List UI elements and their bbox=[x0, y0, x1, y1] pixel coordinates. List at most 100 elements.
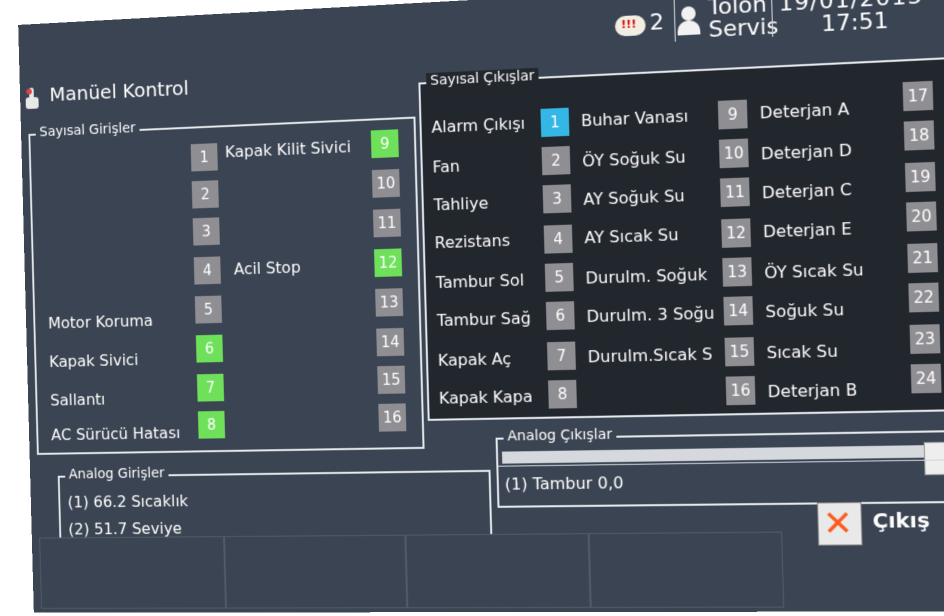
digital-inputs-panel: Sayısal Girişler Kapak Kilit Sivici Acil… bbox=[28, 116, 425, 455]
do-label-rinse-cold: Durulm. Soğuk bbox=[585, 264, 708, 288]
do-box-18[interactable]: 18 bbox=[903, 120, 935, 151]
time-label: 17:51 bbox=[820, 8, 889, 38]
do-label-pw-cold-water: ÖY Soğuk Su bbox=[581, 147, 687, 171]
datetime: 19/01/2015 17:51 bbox=[770, 0, 924, 38]
do-label-rinse3-cold: Durulm. 3 Soğu bbox=[586, 303, 715, 327]
do-label-detergent-b: Deterjan B bbox=[767, 380, 858, 402]
softkey-3[interactable] bbox=[405, 533, 591, 609]
do-label-drain: Tahliye bbox=[433, 193, 489, 215]
do-box-6[interactable]: 6 bbox=[545, 301, 575, 331]
control-screen: !!! 2 Tolon Servis 19/01/2015 17:51 Manü… bbox=[18, 0, 944, 613]
analog-output-1: (1) Tambur 0,0 bbox=[504, 473, 624, 494]
do-label-alarm-output: Alarm Çıkışı bbox=[431, 113, 526, 137]
digital-outputs-panel: Sayısal Çıkışlar Alarm Çıkışı Fan Tahliy… bbox=[418, 57, 944, 421]
exit-button[interactable]: ✕ Çıkış bbox=[785, 495, 944, 559]
di-box-12: 12 bbox=[374, 248, 403, 278]
do-box-14[interactable]: 14 bbox=[723, 296, 754, 326]
user-name-line2: Servis bbox=[708, 13, 779, 44]
softkey-2[interactable] bbox=[223, 534, 408, 609]
di-box-14: 14 bbox=[376, 327, 405, 357]
do-label-detergent-c: Deterjan C bbox=[761, 179, 853, 203]
di-label-door-lock: Kapak Kilit Sivici bbox=[224, 137, 352, 162]
di-box-5: 5 bbox=[194, 295, 223, 324]
do-box-23[interactable]: 23 bbox=[909, 324, 941, 354]
do-box-4[interactable]: 4 bbox=[543, 224, 573, 254]
page-title: Manüel Kontrol bbox=[49, 76, 190, 107]
di-box-13: 13 bbox=[375, 288, 404, 317]
di-box-2: 2 bbox=[191, 180, 219, 209]
analog-input-2: (2) 51.7 Seviye bbox=[68, 518, 183, 539]
exit-label: Çıkış bbox=[872, 507, 931, 533]
analog-inputs-title: Analog Girişler bbox=[64, 465, 169, 483]
do-box-21[interactable]: 21 bbox=[907, 242, 939, 274]
close-icon: ✕ bbox=[816, 501, 863, 546]
di-label-vibration: Sallantı bbox=[49, 389, 106, 410]
di-box-11: 11 bbox=[372, 208, 402, 238]
do-label-cold-water: Soğuk Su bbox=[765, 299, 845, 322]
do-box-19[interactable]: 19 bbox=[904, 161, 936, 193]
do-box-3[interactable]: 3 bbox=[542, 184, 572, 214]
do-box-12[interactable]: 12 bbox=[721, 218, 752, 248]
alarm-count: 2 bbox=[649, 9, 665, 36]
do-label-detergent-e: Deterjan E bbox=[762, 218, 853, 242]
digital-inputs-title: Sayısal Girişler bbox=[35, 120, 140, 141]
di-box-4: 4 bbox=[193, 256, 221, 285]
do-box-1[interactable]: 1 bbox=[540, 107, 570, 138]
do-box-11[interactable]: 11 bbox=[719, 177, 750, 208]
alarm-bubble-icon: !!! bbox=[614, 14, 646, 37]
do-label-mw-cold-water: AY Soğuk Su bbox=[583, 185, 686, 209]
di-label-motor-protection: Motor Koruma bbox=[47, 311, 154, 333]
di-label-door-switch: Kapak Sivici bbox=[48, 350, 139, 371]
do-box-17[interactable]: 17 bbox=[902, 80, 934, 112]
do-box-10[interactable]: 10 bbox=[718, 138, 749, 169]
analog-output-row[interactable]: (1) Tambur 0,0 bbox=[498, 459, 944, 501]
alarm-badge: !!! bbox=[620, 17, 637, 32]
di-box-3: 3 bbox=[192, 217, 220, 246]
do-box-8[interactable]: 8 bbox=[548, 379, 578, 409]
do-label-steam-valve: Buhar Vanası bbox=[580, 106, 689, 131]
alarm-indicator[interactable]: !!! 2 bbox=[608, 0, 675, 45]
user-info[interactable]: Tolon Servis bbox=[673, 0, 779, 43]
di-box-8: 8 bbox=[197, 410, 226, 439]
do-label-heater: Rezistans bbox=[434, 230, 511, 253]
do-box-7[interactable]: 7 bbox=[546, 341, 576, 371]
do-box-16[interactable]: 16 bbox=[725, 376, 756, 406]
di-box-6: 6 bbox=[195, 334, 224, 363]
analog-outputs-title: Analog Çıkışlar bbox=[503, 426, 617, 445]
do-label-detergent-d: Deterjan D bbox=[760, 140, 853, 164]
do-box-2[interactable]: 2 bbox=[541, 145, 571, 176]
do-label-fan: Fan bbox=[432, 156, 461, 177]
digital-outputs-title: Sayısal Çıkışlar bbox=[426, 67, 539, 90]
do-label-drum-right: Tambur Sağ bbox=[436, 308, 532, 330]
di-box-10: 10 bbox=[371, 168, 400, 198]
softkey-1[interactable] bbox=[39, 536, 226, 609]
do-label-mw-hot-water: AY Sıcak Su bbox=[584, 224, 679, 248]
do-box-13[interactable]: 13 bbox=[722, 257, 753, 287]
do-label-rinse-hot: Durulm.Sıcak S bbox=[587, 344, 713, 367]
di-box-15: 15 bbox=[377, 365, 406, 395]
di-label-drive-fault: AC Sürücü Hatası bbox=[50, 423, 181, 445]
di-label-emergency-stop: Acil Stop bbox=[233, 257, 301, 279]
user-icon-body bbox=[677, 20, 701, 36]
do-box-24[interactable]: 24 bbox=[910, 363, 942, 394]
do-label-drum-left: Tambur Sol bbox=[435, 270, 525, 293]
di-box-16: 16 bbox=[378, 403, 407, 432]
page-header: Manüel Kontrol bbox=[25, 76, 189, 113]
hand-icon bbox=[25, 87, 39, 110]
do-label-hot-water: Sıcak Su bbox=[766, 341, 839, 363]
do-box-5[interactable]: 5 bbox=[544, 262, 574, 292]
do-label-door-close: Kapak Kapa bbox=[438, 386, 533, 408]
do-label-door-open: Kapak Aç bbox=[437, 349, 512, 370]
do-label-detergent-a: Deterjan A bbox=[759, 99, 850, 123]
do-box-22[interactable]: 22 bbox=[908, 282, 940, 313]
analog-input-1: (1) 66.2 Sıcaklık bbox=[67, 491, 189, 512]
do-box-9[interactable]: 9 bbox=[717, 99, 748, 130]
do-box-15[interactable]: 15 bbox=[724, 337, 755, 367]
di-box-7: 7 bbox=[196, 373, 225, 402]
user-icon bbox=[681, 6, 696, 22]
softkey-4[interactable] bbox=[588, 531, 785, 608]
di-box-9: 9 bbox=[370, 129, 399, 159]
di-box-1: 1 bbox=[190, 143, 218, 172]
do-label-pw-hot-water: ÖY Sıcak Su bbox=[764, 259, 864, 283]
do-box-20[interactable]: 20 bbox=[906, 201, 937, 232]
